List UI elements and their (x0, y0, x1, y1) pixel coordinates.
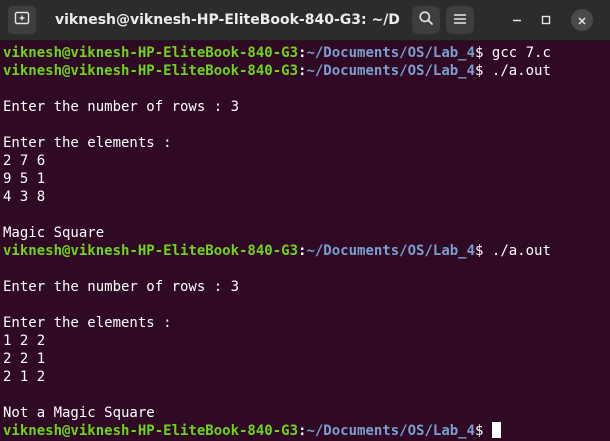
output-line: 2 7 6 (3, 152, 607, 170)
prompt-path: ~/Documents/OS/Lab_4 (306, 45, 476, 61)
prompt-user-host: viknesh@viknesh-HP-EliteBook-840-G3 (3, 243, 299, 259)
prompt-user-host: viknesh@viknesh-HP-EliteBook-840-G3 (3, 45, 299, 61)
terminal-window: viknesh@viknesh-HP-EliteBook-840-G3: ~/D… (0, 0, 610, 441)
maximize-button[interactable] (534, 8, 558, 32)
search-icon (418, 10, 434, 30)
output-line: Enter the number of rows : 3 (3, 278, 607, 296)
minimize-icon (511, 11, 523, 30)
prompt-path: ~/Documents/OS/Lab_4 (306, 423, 476, 439)
output-text: Enter the number of rows : 3 (3, 99, 240, 115)
prompt-line: viknesh@viknesh-HP-EliteBook-840-G3:~/Do… (3, 242, 607, 260)
command-text: ./a.out (491, 63, 551, 79)
output-text: 2 2 1 (3, 351, 46, 367)
output-text: Not a Magic Square (3, 405, 155, 421)
terminal-output[interactable]: viknesh@viknesh-HP-EliteBook-840-G3:~/Do… (3, 44, 607, 440)
prompt-path: ~/Documents/OS/Lab_4 (306, 243, 476, 259)
command-text: gcc 7.c (491, 45, 551, 61)
minimize-button[interactable] (505, 8, 529, 32)
output-line: 1 2 2 (3, 332, 607, 350)
output-line: Enter the number of rows : 3 (3, 98, 607, 116)
maximize-icon (540, 11, 552, 30)
prompt-line: viknesh@viknesh-HP-EliteBook-840-G3:~/Do… (3, 422, 607, 440)
output-text: Magic Square (3, 225, 105, 241)
output-line: 9 5 1 (3, 170, 607, 188)
output-text: 2 1 2 (3, 369, 46, 385)
close-icon (577, 11, 587, 30)
output-line: 2 1 2 (3, 368, 607, 386)
prompt-dollar: $ (475, 63, 492, 79)
output-text: Enter the elements : (3, 315, 172, 331)
output-line: Not a Magic Square (3, 404, 607, 422)
output-text: 4 3 8 (3, 189, 46, 205)
output-line: Magic Square (3, 224, 607, 242)
hamburger-menu-icon (453, 11, 467, 30)
output-text: 2 7 6 (3, 153, 46, 169)
title-bar: viknesh@viknesh-HP-EliteBook-840-G3: ~/D… (0, 0, 610, 41)
output-line: Enter the elements : (3, 134, 607, 152)
prompt-user-host: viknesh@viknesh-HP-EliteBook-840-G3 (3, 63, 299, 79)
close-button[interactable] (570, 8, 594, 32)
window-title: viknesh@viknesh-HP-EliteBook-840-G3: ~/D… (55, 12, 400, 28)
output-text: 9 5 1 (3, 171, 46, 187)
output-text: Enter the number of rows : 3 (3, 279, 240, 295)
prompt-line: viknesh@viknesh-HP-EliteBook-840-G3:~/Do… (3, 62, 607, 80)
new-tab-icon (14, 10, 30, 30)
prompt-path: ~/Documents/OS/Lab_4 (306, 63, 476, 79)
text-cursor (491, 422, 501, 438)
prompt-dollar: $ (475, 45, 492, 61)
search-button[interactable] (412, 6, 440, 34)
command-text: ./a.out (491, 243, 551, 259)
prompt-dollar: $ (475, 243, 492, 259)
prompt-user-host: viknesh@viknesh-HP-EliteBook-840-G3 (3, 423, 299, 439)
output-line: 2 2 1 (3, 350, 607, 368)
output-text: 1 2 2 (3, 333, 46, 349)
output-text: Enter the elements : (3, 135, 172, 151)
prompt-line: viknesh@viknesh-HP-EliteBook-840-G3:~/Do… (3, 44, 607, 62)
menu-button[interactable] (446, 6, 474, 34)
prompt-dollar: $ (475, 423, 492, 439)
output-line: 4 3 8 (3, 188, 607, 206)
output-line: Enter the elements : (3, 314, 607, 332)
new-tab-button[interactable] (8, 6, 36, 34)
